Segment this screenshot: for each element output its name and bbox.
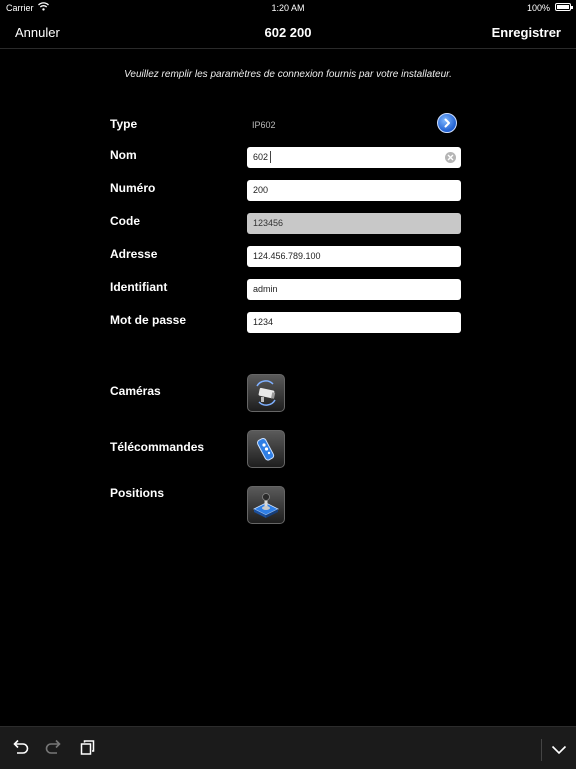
joystick-icon — [253, 493, 279, 518]
remotes-button[interactable] — [247, 430, 285, 468]
address-label: Adresse — [110, 247, 158, 261]
number-field[interactable]: 200 — [247, 180, 461, 201]
toolbar-divider — [541, 739, 542, 761]
status-time: 1:20 AM — [271, 3, 305, 13]
save-button[interactable]: Enregistrer — [492, 25, 561, 40]
number-label: Numéro — [110, 181, 156, 195]
password-field[interactable]: 1234 — [247, 312, 461, 333]
chevron-right-icon — [444, 118, 450, 128]
instructions-text: Veuillez remplir les paramètres de conne… — [124, 69, 452, 80]
undo-icon[interactable] — [11, 739, 29, 760]
type-label: Type — [110, 117, 138, 131]
password-label: Mot de passe — [110, 313, 187, 327]
battery-icon — [555, 3, 573, 11]
remotes-label: Télécommandes — [110, 440, 205, 454]
battery-percent: 100% — [526, 3, 550, 13]
username-label: Identifiant — [110, 280, 168, 294]
code-label: Code — [110, 214, 140, 228]
redo-icon[interactable] — [45, 739, 63, 760]
page-title: 602 200 — [264, 25, 312, 40]
address-field[interactable]: 124.456.789.100 — [247, 246, 461, 267]
navigation-bar: Annuler 602 200 Enregistrer — [0, 16, 576, 49]
username-field[interactable]: admin — [247, 279, 461, 300]
chevron-down-icon[interactable] — [551, 742, 567, 760]
status-bar: Carrier 1:20 AM 100% — [0, 0, 576, 16]
clear-text-icon[interactable] — [445, 152, 456, 163]
positions-label: Positions — [110, 486, 165, 500]
code-field: 123456 — [247, 213, 461, 234]
positions-button[interactable] — [247, 486, 285, 524]
copy-icon[interactable] — [80, 739, 96, 760]
cameras-label: Caméras — [110, 384, 161, 398]
bottom-toolbar — [0, 726, 576, 769]
text-cursor — [270, 151, 271, 163]
type-value: IP602 — [252, 120, 276, 130]
name-label: Nom — [110, 148, 137, 162]
cameras-button[interactable] — [247, 374, 285, 412]
remote-control-icon — [256, 437, 275, 461]
security-camera-icon — [256, 380, 276, 406]
type-select-button[interactable] — [437, 113, 457, 133]
name-field[interactable]: 602 — [247, 147, 461, 168]
